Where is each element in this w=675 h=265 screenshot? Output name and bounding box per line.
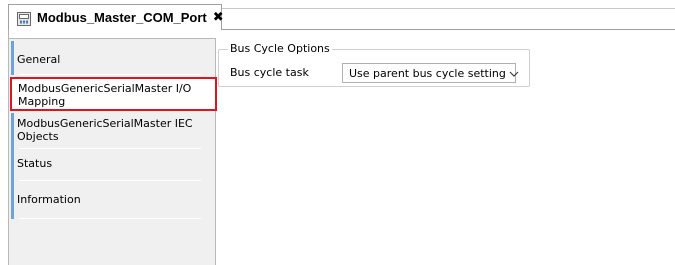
sidebar-item-iec-objects[interactable]: ModbusGenericSerialMaster IEC Objects <box>11 113 215 149</box>
bus-cycle-task-select[interactable]: Use parent bus cycle setting <box>342 63 519 83</box>
device-icon <box>17 11 31 26</box>
sidebar-nav: General ModbusGenericSerialMaster I/O Ma… <box>8 38 217 265</box>
sidebar-accent-bar <box>11 113 14 149</box>
sidebar-accent-bar <box>11 181 14 219</box>
sidebar-item-label: ModbusGenericSerialMaster IEC Objects <box>17 117 193 143</box>
sidebar-accent-bar <box>11 149 14 181</box>
group-title: Bus Cycle Options <box>228 42 332 55</box>
chevron-down-icon[interactable] <box>506 66 522 80</box>
tab-modbus-master-com-port[interactable]: Modbus_Master_COM_Port ✖ <box>8 4 224 30</box>
bus-cycle-task-label: Bus cycle task <box>230 66 309 79</box>
sidebar-item-information[interactable]: Information <box>11 181 215 219</box>
sidebar-accent-bar <box>11 41 14 75</box>
sidebar-item-io-mapping[interactable]: ModbusGenericSerialMaster I/O Mapping <box>10 77 217 111</box>
sidebar-item-label: Information <box>17 193 81 206</box>
sidebar-item-label: ModbusGenericSerialMaster I/O Mapping <box>18 82 192 108</box>
divider <box>19 218 201 219</box>
divider <box>19 74 201 75</box>
sidebar-item-label: Status <box>17 157 53 170</box>
sidebar-item-status[interactable]: Status <box>11 149 215 181</box>
sidebar-item-general[interactable]: General <box>11 41 215 75</box>
close-icon[interactable]: ✖ <box>213 11 224 24</box>
editor-tab-bar: Modbus_Master_COM_Port ✖ <box>0 0 675 30</box>
bus-cycle-task-value: Use parent bus cycle setting <box>349 66 506 80</box>
sidebar-item-label: General <box>17 53 61 66</box>
tab-title: Modbus_Master_COM_Port <box>37 10 207 25</box>
tab-strip-line <box>221 8 675 9</box>
